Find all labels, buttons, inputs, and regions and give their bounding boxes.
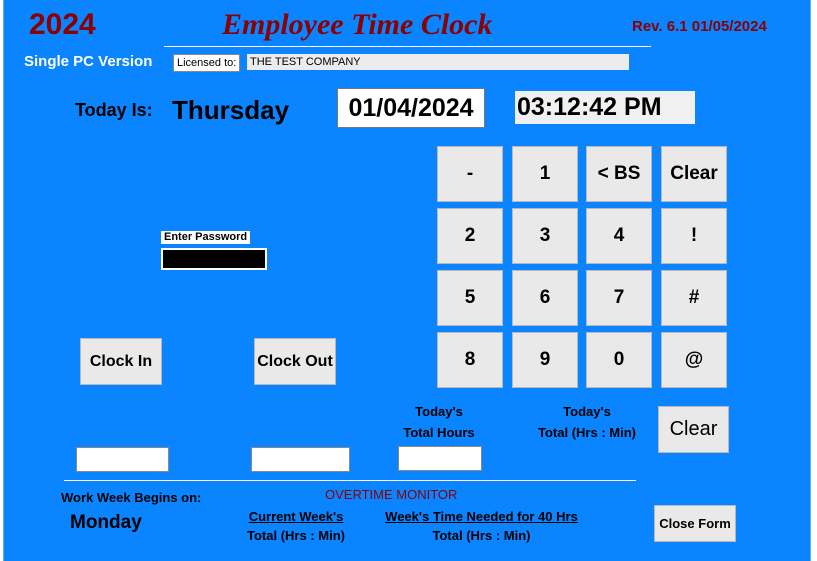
key-1[interactable]: 1 — [512, 146, 578, 202]
current-week-total-label: Current Week's Total (Hrs : Min) — [247, 509, 345, 543]
close-form-button[interactable]: Close Form — [654, 505, 736, 542]
key-8[interactable]: 8 — [437, 332, 503, 388]
date-display: 01/04/2024 — [337, 88, 485, 128]
revision-label: Rev. 6.1 01/05/2024 — [632, 18, 767, 35]
key-exclamation[interactable]: ! — [661, 208, 727, 264]
key-dash[interactable]: - — [437, 146, 503, 202]
overtime-monitor-title: OVERTIME MONITOR — [325, 487, 458, 502]
key-6[interactable]: 6 — [512, 270, 578, 326]
key-4[interactable]: 4 — [586, 208, 652, 264]
key-hash[interactable]: # — [661, 270, 727, 326]
time-display: 03:12:42 PM — [515, 91, 695, 124]
key-7[interactable]: 7 — [586, 270, 652, 326]
key-backspace[interactable]: < BS — [586, 146, 652, 202]
header-divider — [164, 46, 651, 47]
password-input[interactable] — [161, 248, 267, 270]
work-week-label: Work Week Begins on: — [61, 490, 202, 505]
licensed-value: THE TEST COMPANY — [247, 54, 629, 70]
time-clock-form: 2024 Employee Time Clock Rev. 6.1 01/05/… — [3, 0, 811, 561]
key-3[interactable]: 3 — [512, 208, 578, 264]
key-0[interactable]: 0 — [586, 332, 652, 388]
needed-40-hrs-label: Week's Time Needed for 40 Hrs Total (Hrs… — [385, 509, 578, 543]
today-label: Today Is: — [75, 100, 153, 120]
work-week-day: Monday — [70, 512, 142, 533]
year-label: 2024 — [29, 8, 96, 41]
key-clear[interactable]: Clear — [661, 146, 727, 202]
today-hours-field[interactable] — [398, 446, 482, 471]
password-label: Enter Password — [161, 231, 251, 244]
clock-out-time-field[interactable] — [251, 447, 350, 472]
today-day: Thursday — [172, 95, 290, 125]
licensed-label: Licensed to: — [173, 54, 241, 72]
version-label: Single PC Version — [24, 53, 153, 70]
today-total-label: Today's Total (Hrs : Min) — [538, 404, 636, 440]
clear-button[interactable]: Clear — [658, 406, 729, 453]
clock-in-time-field[interactable] — [76, 447, 169, 472]
key-2[interactable]: 2 — [437, 208, 503, 264]
today-hours-label: Today's Total Hours — [403, 404, 475, 440]
key-at[interactable]: @ — [661, 332, 727, 388]
section-divider — [64, 480, 636, 481]
clock-in-button[interactable]: Clock In — [80, 338, 162, 385]
key-9[interactable]: 9 — [512, 332, 578, 388]
key-5[interactable]: 5 — [437, 270, 503, 326]
app-title: Employee Time Clock — [222, 8, 493, 41]
clock-out-button[interactable]: Clock Out — [254, 338, 336, 385]
